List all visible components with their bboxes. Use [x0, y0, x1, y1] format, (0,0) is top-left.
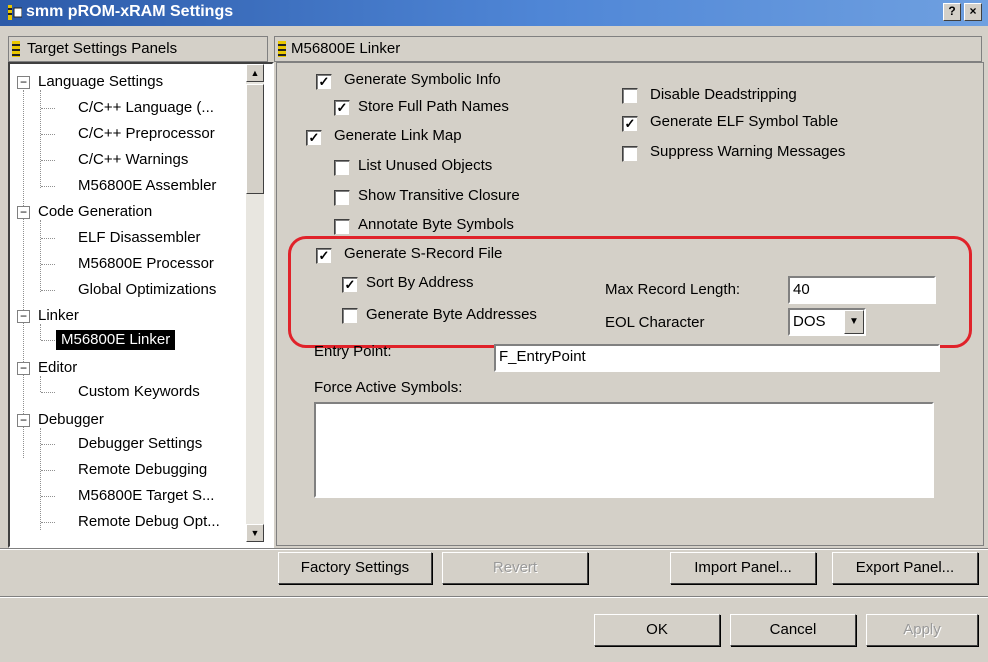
store-full-path-names-checkbox[interactable]: ✓ — [334, 100, 350, 116]
tree-item-m56800e-assembler[interactable]: M56800E Assembler — [78, 176, 216, 196]
force-active-symbols-label: Force Active Symbols: — [314, 379, 463, 396]
app-icon — [8, 5, 23, 20]
generate-elf-symbol-table-checkbox[interactable]: ✓ — [622, 116, 638, 132]
list-unused-objects-label: List Unused Objects — [358, 157, 493, 174]
generate-link-map-label: Generate Link Map — [334, 127, 462, 144]
entry-point-label: Entry Point: — [314, 343, 392, 360]
help-button[interactable]: ? — [943, 3, 961, 21]
tree-item-m56800e-linker[interactable]: M56800E Linker — [56, 330, 176, 350]
apply-button[interactable]: Apply — [866, 614, 978, 646]
collapse-language-settings-icon[interactable]: − — [17, 76, 30, 89]
show-transitive-closure-label: Show Transitive Closure — [358, 187, 520, 204]
revert-button[interactable]: Revert — [442, 552, 588, 584]
tree-item-m56800e-processor[interactable]: M56800E Processor — [78, 254, 214, 274]
tree-item-remote-debugging[interactable]: Remote Debugging — [78, 460, 207, 480]
tree-item-global-optimizations[interactable]: Global Optimizations — [78, 280, 216, 300]
tree-item-linker[interactable]: Linker — [38, 306, 79, 326]
separator — [0, 596, 988, 598]
tree-item-elf-disassembler[interactable]: ELF Disassembler — [78, 228, 201, 248]
tree-item-debugger[interactable]: Debugger — [38, 410, 104, 430]
disable-deadstripping-label: Disable Deadstripping — [650, 86, 797, 103]
panel-icon — [12, 41, 20, 57]
entry-point-input[interactable]: F_EntryPoint — [494, 344, 940, 372]
tree-item-c-cpp-warnings[interactable]: C/C++ Warnings — [78, 150, 188, 170]
tree-item-c-cpp-preprocessor[interactable]: C/C++ Preprocessor — [78, 124, 215, 144]
tree-item-custom-keywords[interactable]: Custom Keywords — [78, 382, 200, 402]
settings-tree[interactable]: − Language Settings C/C++ Language (... … — [8, 62, 274, 548]
right-panel-header: M56800E Linker — [274, 36, 982, 62]
scroll-thumb[interactable] — [246, 84, 264, 194]
collapse-code-generation-icon[interactable]: − — [17, 206, 30, 219]
generate-link-map-checkbox[interactable]: ✓ — [306, 130, 322, 146]
generate-elf-symbol-table-label: Generate ELF Symbol Table — [650, 113, 839, 130]
export-panel-button[interactable]: Export Panel... — [832, 552, 978, 584]
left-panel-header: Target Settings Panels — [8, 36, 268, 62]
annotate-byte-symbols-label: Annotate Byte Symbols — [358, 216, 514, 233]
factory-settings-button[interactable]: Factory Settings — [278, 552, 432, 584]
title-bar[interactable]: smm pROM-xRAM Settings ? × — [0, 0, 988, 26]
cancel-button[interactable]: Cancel — [730, 614, 856, 646]
tree-item-remote-debug-options[interactable]: Remote Debug Opt... — [78, 512, 220, 532]
separator — [0, 548, 988, 550]
tree-item-code-generation[interactable]: Code Generation — [38, 202, 152, 222]
s-record-highlight — [288, 236, 972, 348]
list-unused-objects-checkbox[interactable] — [334, 160, 350, 176]
right-panel-title: M56800E Linker — [291, 40, 401, 57]
collapse-linker-icon[interactable]: − — [17, 310, 30, 323]
window-title: smm pROM-xRAM Settings — [26, 3, 234, 20]
ok-button[interactable]: OK — [594, 614, 720, 646]
tree-item-editor[interactable]: Editor — [38, 358, 77, 378]
collapse-debugger-icon[interactable]: − — [17, 414, 30, 427]
annotate-byte-symbols-checkbox[interactable] — [334, 219, 350, 235]
panel-icon — [278, 41, 286, 57]
disable-deadstripping-checkbox[interactable] — [622, 88, 638, 104]
tree-item-c-cpp-language[interactable]: C/C++ Language (... — [78, 98, 214, 118]
tree-scrollbar[interactable]: ▲ ▼ — [246, 64, 264, 542]
force-active-symbols-textarea[interactable] — [314, 402, 934, 498]
scroll-down-icon[interactable]: ▼ — [246, 524, 264, 542]
collapse-editor-icon[interactable]: − — [17, 362, 30, 375]
generate-symbolic-info-label: Generate Symbolic Info — [344, 71, 501, 88]
generate-symbolic-info-checkbox[interactable]: ✓ — [316, 74, 332, 90]
suppress-warning-messages-label: Suppress Warning Messages — [650, 143, 846, 160]
store-full-path-names-label: Store Full Path Names — [358, 98, 509, 115]
scroll-up-icon[interactable]: ▲ — [246, 64, 264, 82]
tree-item-m56800e-target-settings[interactable]: M56800E Target S... — [78, 486, 214, 506]
import-panel-button[interactable]: Import Panel... — [670, 552, 816, 584]
tree-item-debugger-settings[interactable]: Debugger Settings — [78, 434, 202, 454]
show-transitive-closure-checkbox[interactable] — [334, 190, 350, 206]
suppress-warning-messages-checkbox[interactable] — [622, 146, 638, 162]
tree-item-language-settings[interactable]: Language Settings — [38, 72, 163, 92]
left-panel-title: Target Settings Panels — [27, 40, 178, 57]
close-button[interactable]: × — [964, 3, 982, 21]
